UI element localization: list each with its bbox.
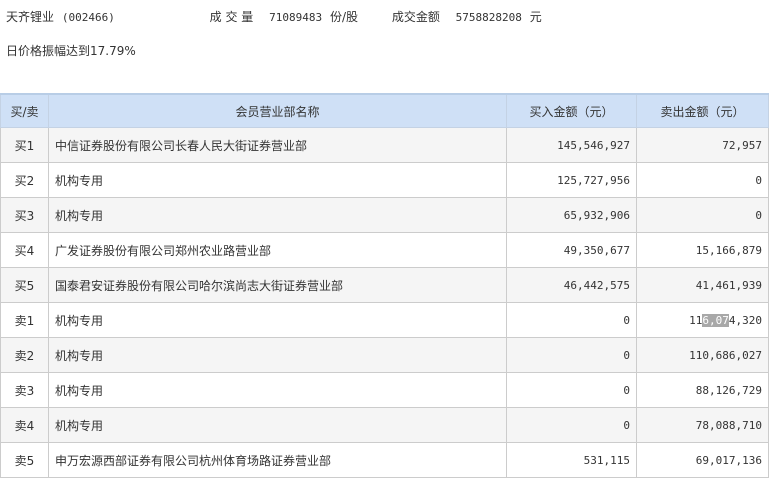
side-cell: 卖2 — [0, 337, 49, 373]
stock-code: (002466) — [61, 11, 115, 24]
table-header-row: 买/卖 会员营业部名称 买入金额（元） 卖出金额（元） — [0, 93, 769, 128]
sell-amount: 41,461,939 — [636, 267, 769, 303]
table-row: 卖4 机构专用 0 78,088,710 — [0, 407, 769, 443]
amplitude-note: 日价格振幅达到17.79% — [6, 44, 136, 58]
buy-amount: 145,546,927 — [506, 127, 637, 163]
branch-name: 国泰君安证券股份有限公司哈尔滨尚志大街证券营业部 — [48, 267, 507, 303]
sell-amount: 116,074,320 — [636, 302, 769, 338]
side-cell: 卖1 — [0, 302, 49, 338]
buy-amount: 49,350,677 — [506, 232, 637, 268]
volume-label: 成 交 量 — [209, 10, 254, 24]
branch-name: 机构专用 — [48, 337, 507, 373]
side-cell: 卖3 — [0, 372, 49, 408]
branch-name: 广发证券股份有限公司郑州农业路营业部 — [48, 232, 507, 268]
sell-amount: 15,166,879 — [636, 232, 769, 268]
sell-amount-part: 4,320 — [728, 313, 762, 327]
amount-label: 成交金额 — [391, 10, 440, 24]
sell-amount: 72,957 — [636, 127, 769, 163]
sell-amount: 69,017,136 — [636, 442, 769, 478]
side-cell: 卖5 — [0, 442, 49, 478]
sell-amount: 0 — [636, 197, 769, 233]
header-buy-amount: 买入金额（元） — [506, 93, 637, 128]
table-row: 卖1 机构专用 0 116,074,320 — [0, 302, 769, 338]
side-cell: 买5 — [0, 267, 49, 303]
buy-amount: 125,727,956 — [506, 162, 637, 198]
table-row: 卖2 机构专用 0 110,686,027 — [0, 337, 769, 373]
trading-seats-table: 买/卖 会员营业部名称 买入金额（元） 卖出金额（元） 买1 中信证券股份有限公… — [0, 93, 769, 478]
sell-amount: 0 — [636, 162, 769, 198]
branch-name: 中信证券股份有限公司长春人民大街证券营业部 — [48, 127, 507, 163]
side-cell: 买4 — [0, 232, 49, 268]
buy-amount: 0 — [506, 372, 637, 408]
volume-unit: 份/股 — [329, 10, 358, 24]
text-selection-highlight: 6,07 — [702, 313, 729, 327]
amount-value: 5758828208 — [455, 11, 522, 24]
branch-name: 机构专用 — [48, 302, 507, 338]
table-row: 买1 中信证券股份有限公司长春人民大街证券营业部 145,546,927 72,9… — [0, 127, 769, 163]
table-row: 买3 机构专用 65,932,906 0 — [0, 197, 769, 233]
buy-amount: 0 — [506, 302, 637, 338]
table-row: 买2 机构专用 125,727,956 0 — [0, 162, 769, 198]
branch-name: 机构专用 — [48, 197, 507, 233]
sell-amount: 88,126,729 — [636, 372, 769, 408]
volume-value: 71089483 — [269, 11, 323, 24]
branch-name: 机构专用 — [48, 407, 507, 443]
table-row: 卖5 申万宏源西部证券有限公司杭州体育场路证券营业部 531,115 69,017… — [0, 442, 769, 478]
header-branch-name: 会员营业部名称 — [48, 93, 507, 128]
header-sell-amount: 卖出金额（元） — [636, 93, 769, 128]
buy-amount: 0 — [506, 337, 637, 373]
stock-name: 天齐锂业 — [6, 10, 55, 24]
buy-amount: 0 — [506, 407, 637, 443]
buy-amount: 65,932,906 — [506, 197, 637, 233]
side-cell: 买3 — [0, 197, 49, 233]
branch-name: 机构专用 — [48, 162, 507, 198]
sell-amount: 78,088,710 — [636, 407, 769, 443]
amount-unit: 元 — [529, 10, 542, 24]
sell-amount: 110,686,027 — [636, 337, 769, 373]
side-cell: 卖4 — [0, 407, 49, 443]
branch-name: 申万宏源西部证券有限公司杭州体育场路证券营业部 — [48, 442, 507, 478]
buy-amount: 531,115 — [506, 442, 637, 478]
buy-amount: 46,442,575 — [506, 267, 637, 303]
table-row: 卖3 机构专用 0 88,126,729 — [0, 372, 769, 408]
side-cell: 买1 — [0, 127, 49, 163]
side-cell: 买2 — [0, 162, 49, 198]
sell-amount-part: 11 — [689, 313, 703, 327]
table-row: 买4 广发证券股份有限公司郑州农业路营业部 49,350,677 15,166,8… — [0, 232, 769, 268]
header-side: 买/卖 — [0, 93, 49, 128]
branch-name: 机构专用 — [48, 372, 507, 408]
stock-summary: 天齐锂业 (002466) 成 交 量 71089483 份/股 成交金额 57… — [6, 8, 542, 25]
table-row: 买5 国泰君安证券股份有限公司哈尔滨尚志大街证券营业部 46,442,575 41… — [0, 267, 769, 303]
